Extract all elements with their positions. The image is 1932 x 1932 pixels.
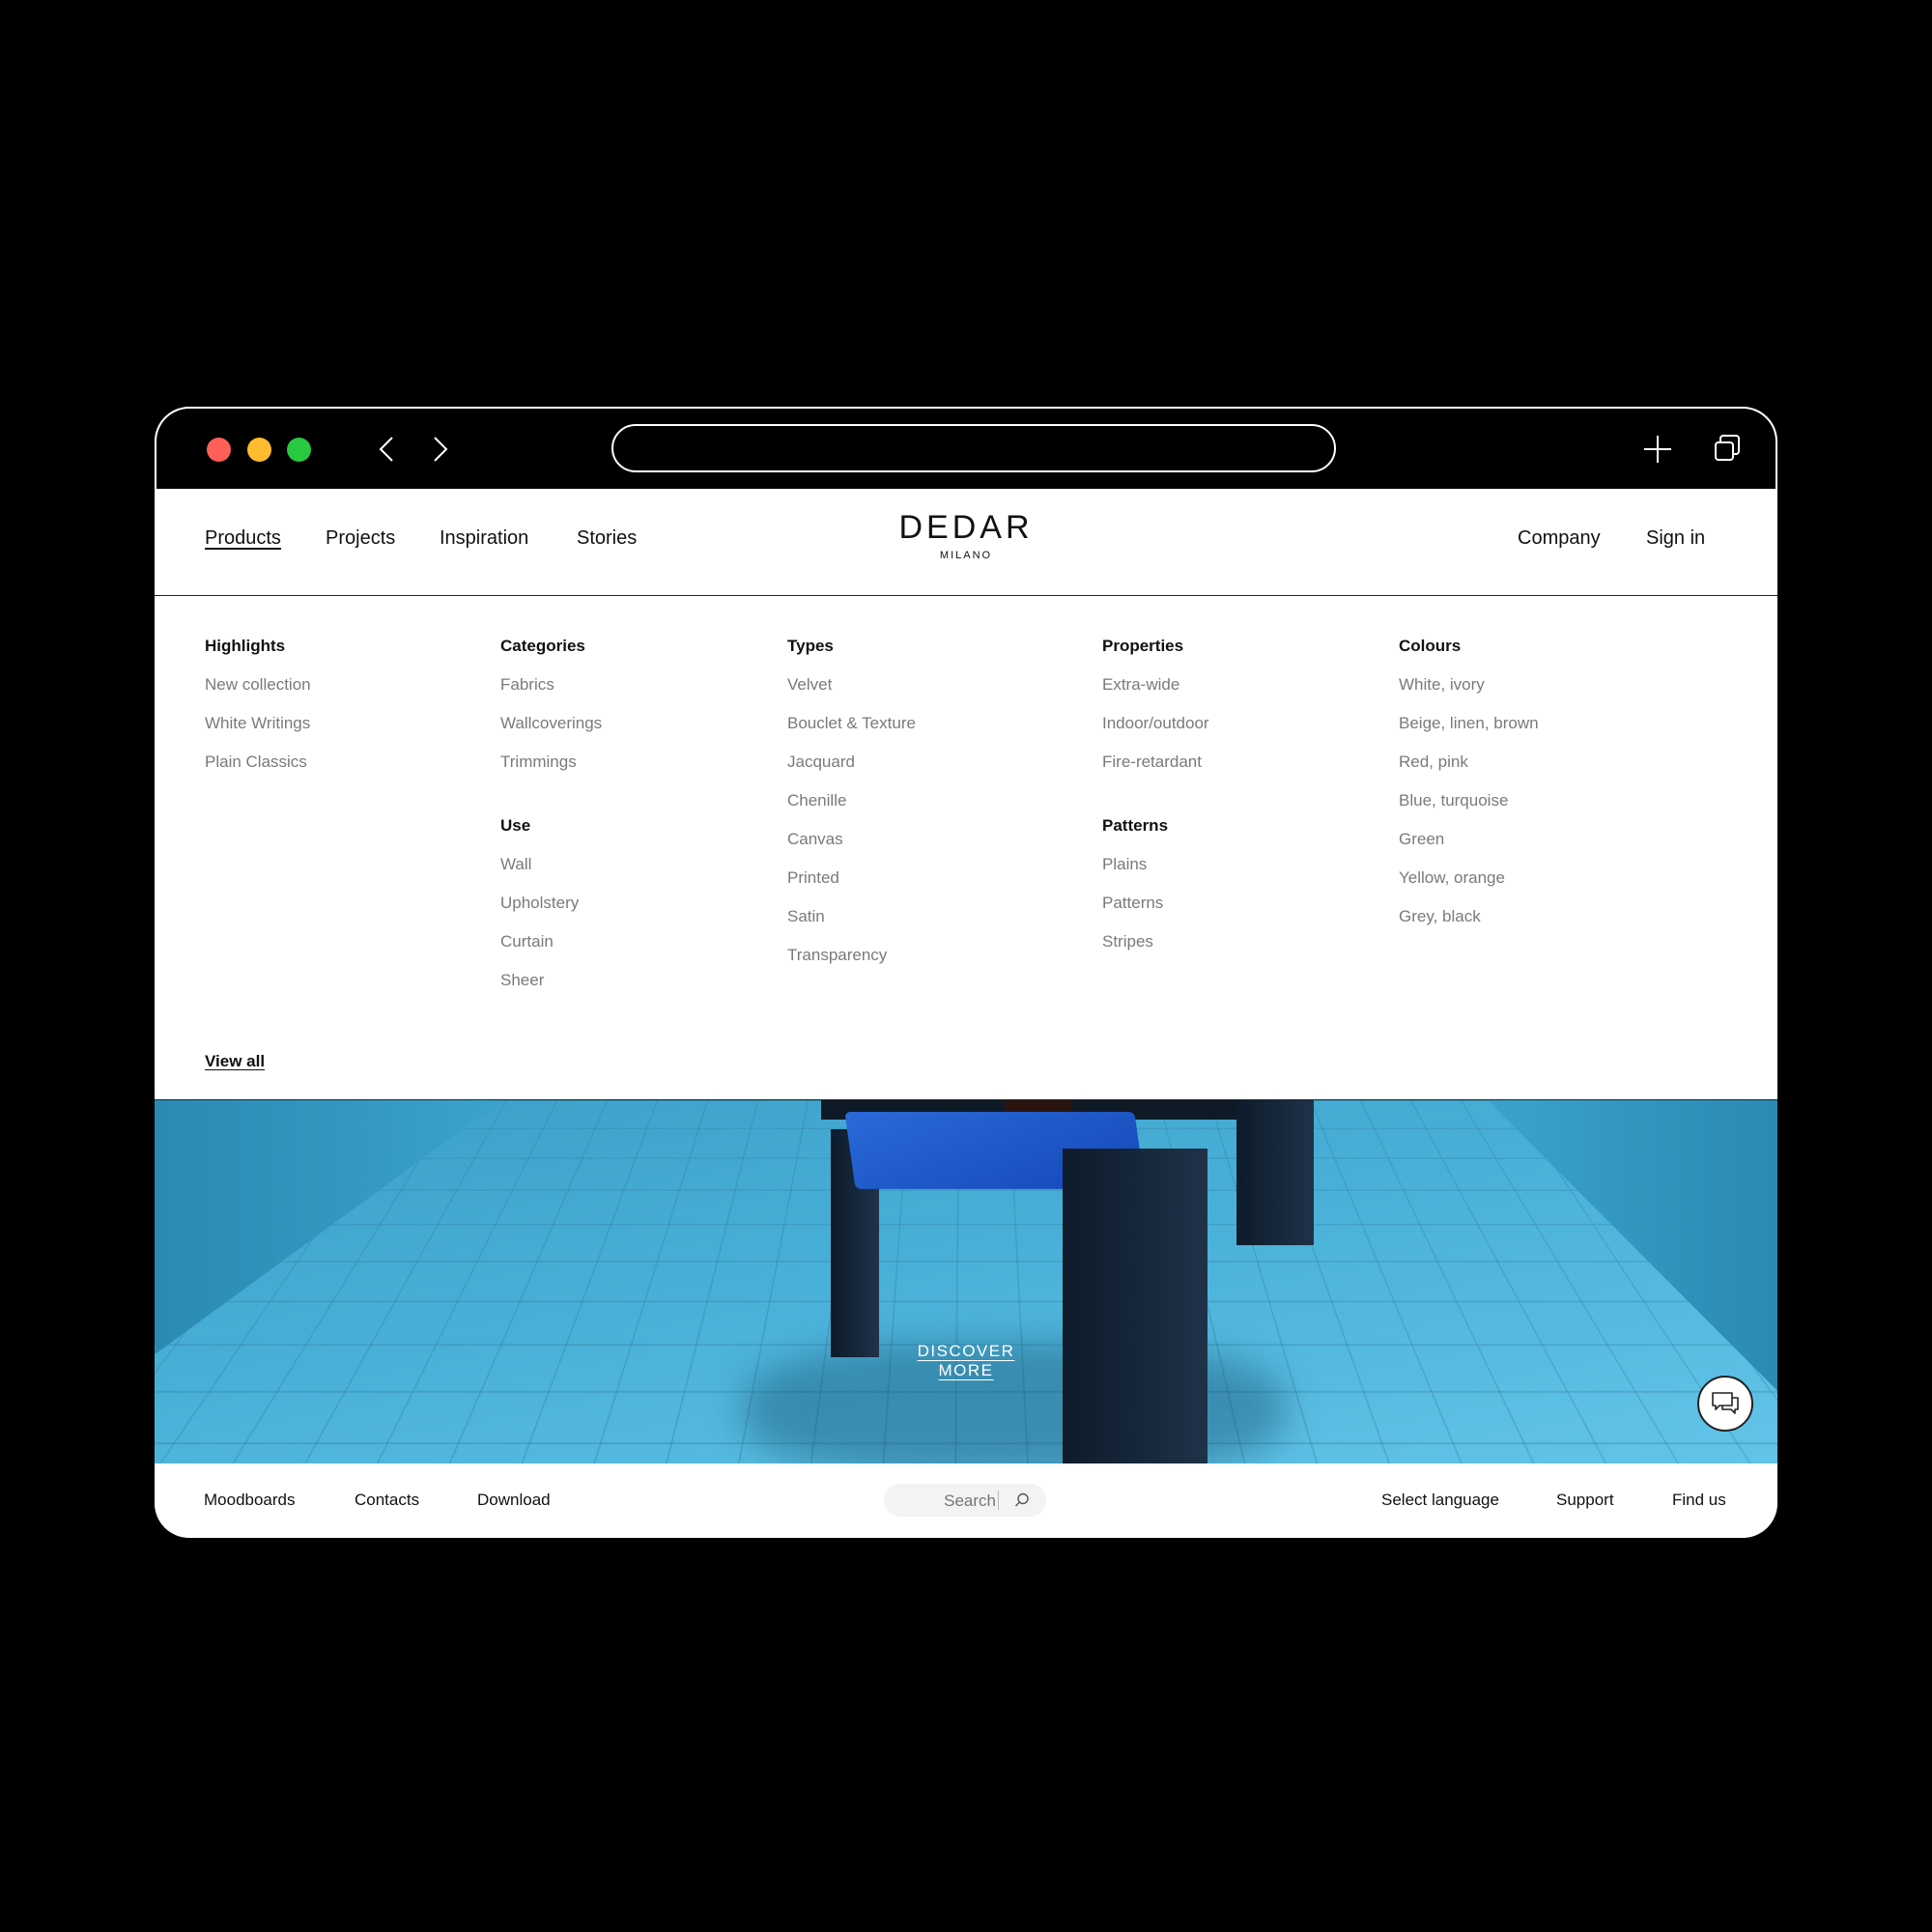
search-icon[interactable] bbox=[1013, 1492, 1031, 1514]
menu-item[interactable]: Extra-wide bbox=[1102, 675, 1209, 714]
footer-select-language[interactable]: Select language bbox=[1381, 1491, 1499, 1510]
search-box bbox=[884, 1484, 1046, 1519]
menu-item[interactable]: Yellow, orange bbox=[1399, 868, 1539, 907]
minimize-window-button[interactable] bbox=[247, 438, 271, 462]
footer-bar: Moodboards Contacts Download Select lang… bbox=[155, 1463, 1777, 1538]
products-mega-menu: Highlights New collection White Writings… bbox=[155, 596, 1777, 1100]
nav-products[interactable]: Products bbox=[205, 527, 281, 550]
tabs-icon[interactable] bbox=[1708, 430, 1747, 469]
menu-item[interactable]: Curtain bbox=[500, 932, 602, 971]
menu-column-types: Types Velvet Bouclet & Texture Jacquard … bbox=[787, 637, 916, 984]
menu-item[interactable]: Transparency bbox=[787, 946, 916, 984]
menu-item[interactable]: Plains bbox=[1102, 855, 1209, 894]
menu-column-colours: Colours White, ivory Beige, linen, brown… bbox=[1399, 637, 1539, 946]
nav-inspiration[interactable]: Inspiration bbox=[440, 527, 528, 550]
menu-item[interactable]: New collection bbox=[205, 675, 311, 714]
browser-window: Products Projects Inspiration Stories DE… bbox=[155, 407, 1777, 1538]
menu-item[interactable]: Fabrics bbox=[500, 675, 602, 714]
menu-item[interactable]: White Writings bbox=[205, 714, 311, 753]
hero-image: DISCOVER MORE bbox=[155, 1100, 1777, 1463]
menu-item[interactable]: Indoor/outdoor bbox=[1102, 714, 1209, 753]
site-logo[interactable]: DEDAR MILANO bbox=[898, 509, 1034, 562]
footer-download[interactable]: Download bbox=[477, 1491, 551, 1510]
plus-icon[interactable] bbox=[1638, 430, 1677, 469]
menu-item[interactable]: Upholstery bbox=[500, 894, 602, 932]
menu-item[interactable]: Stripes bbox=[1102, 932, 1209, 971]
maximize-window-button[interactable] bbox=[287, 438, 311, 462]
menu-heading-colours: Colours bbox=[1399, 637, 1462, 655]
site-header: Products Projects Inspiration Stories DE… bbox=[155, 489, 1777, 596]
nav-sign-in[interactable]: Sign in bbox=[1646, 527, 1705, 550]
nav-stories[interactable]: Stories bbox=[577, 527, 637, 550]
footer-support[interactable]: Support bbox=[1556, 1491, 1614, 1510]
menu-heading-use: Use bbox=[500, 816, 531, 835]
menu-heading-types: Types bbox=[787, 637, 834, 655]
nav-company[interactable]: Company bbox=[1518, 527, 1601, 550]
menu-item[interactable]: Jacquard bbox=[787, 753, 916, 791]
menu-item[interactable]: Patterns bbox=[1102, 894, 1209, 932]
menu-item[interactable]: Beige, linen, brown bbox=[1399, 714, 1539, 753]
menu-item[interactable]: Sheer bbox=[500, 971, 602, 1009]
nav-projects[interactable]: Projects bbox=[326, 527, 395, 550]
menu-column-properties: Properties Extra-wide Indoor/outdoor Fir… bbox=[1102, 637, 1209, 971]
menu-item[interactable]: Satin bbox=[787, 907, 916, 946]
menu-item[interactable]: Blue, turquoise bbox=[1399, 791, 1539, 830]
menu-item[interactable]: Red, pink bbox=[1399, 753, 1539, 791]
menu-item[interactable]: Trimmings bbox=[500, 753, 602, 791]
menu-column-highlights: Highlights New collection White Writings… bbox=[205, 637, 311, 791]
address-bar[interactable] bbox=[611, 424, 1336, 472]
chevron-left-icon[interactable] bbox=[371, 432, 406, 467]
menu-item[interactable]: Fire-retardant bbox=[1102, 753, 1209, 791]
menu-item[interactable]: Canvas bbox=[787, 830, 916, 868]
chat-icon[interactable] bbox=[1697, 1376, 1753, 1432]
menu-heading-categories: Categories bbox=[500, 637, 585, 655]
chair-leg bbox=[1236, 1100, 1314, 1245]
chair-leg bbox=[1063, 1149, 1208, 1463]
menu-item[interactable]: White, ivory bbox=[1399, 675, 1539, 714]
logo-subtitle: MILANO bbox=[939, 550, 993, 562]
menu-heading-properties: Properties bbox=[1102, 637, 1184, 655]
menu-column-categories: Categories Fabrics Wallcoverings Trimmin… bbox=[500, 637, 602, 1009]
menu-item[interactable]: Bouclet & Texture bbox=[787, 714, 916, 753]
footer-contacts[interactable]: Contacts bbox=[355, 1491, 419, 1510]
menu-item[interactable]: Wall bbox=[500, 855, 602, 894]
footer-moodboards[interactable]: Moodboards bbox=[204, 1491, 296, 1510]
menu-item[interactable]: Velvet bbox=[787, 675, 916, 714]
view-all-link[interactable]: View all bbox=[205, 1052, 265, 1071]
menu-item[interactable]: Green bbox=[1399, 830, 1539, 868]
menu-item[interactable]: Grey, black bbox=[1399, 907, 1539, 946]
menu-heading-highlights: Highlights bbox=[205, 637, 286, 655]
discover-more-link[interactable]: DISCOVER MORE bbox=[889, 1342, 1043, 1380]
search-divider bbox=[998, 1491, 999, 1510]
search-input[interactable] bbox=[897, 1484, 998, 1519]
menu-item[interactable]: Printed bbox=[787, 868, 916, 907]
menu-heading-patterns: Patterns bbox=[1102, 816, 1169, 835]
browser-toolbar bbox=[155, 407, 1777, 489]
menu-item[interactable]: Chenille bbox=[787, 791, 916, 830]
logo-wordmark: DEDAR bbox=[898, 509, 1034, 546]
close-window-button[interactable] bbox=[207, 438, 231, 462]
menu-item[interactable]: Wallcoverings bbox=[500, 714, 602, 753]
chevron-right-icon[interactable] bbox=[421, 432, 456, 467]
menu-item[interactable]: Plain Classics bbox=[205, 753, 311, 791]
footer-find-us[interactable]: Find us bbox=[1672, 1491, 1726, 1510]
